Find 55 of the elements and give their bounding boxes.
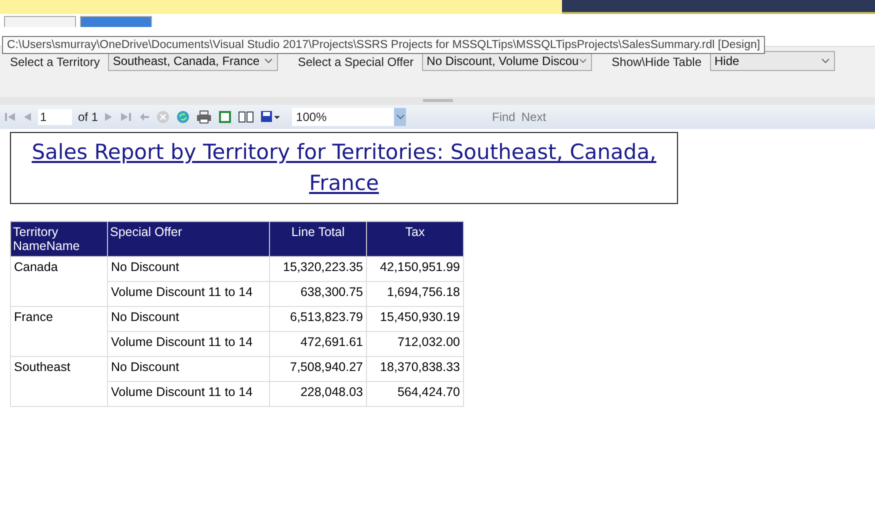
table-cell: 15,320,223.35 <box>270 256 366 282</box>
page-count: of 1 <box>78 110 98 124</box>
table-cell: 6,513,823.79 <box>270 306 366 332</box>
table-cell: No Discount <box>108 356 270 382</box>
column-header: Line Total <box>270 222 366 256</box>
parameter-dropdown[interactable]: Hide <box>710 51 834 71</box>
table-cell: 712,032.00 <box>366 332 464 356</box>
printer-icon[interactable] <box>196 110 212 124</box>
document-tab[interactable] <box>0 0 562 14</box>
stop-icon[interactable] <box>156 110 170 124</box>
table-cell: 638,300.75 <box>270 282 366 306</box>
table-cell: No Discount <box>108 256 270 282</box>
table-cell: Volume Discount 11 to 14 <box>108 332 270 356</box>
chevron-down-icon <box>820 58 830 64</box>
territory-cell: Canada <box>10 256 108 306</box>
previous-page-icon[interactable] <box>22 111 32 123</box>
column-header: Tax <box>366 222 464 256</box>
last-page-icon[interactable] <box>120 111 132 123</box>
table-cell: 228,048.03 <box>270 382 366 406</box>
refresh-icon[interactable] <box>176 110 190 124</box>
chevron-down-icon <box>578 58 587 64</box>
page-layout-icon[interactable] <box>218 110 232 124</box>
find-link[interactable]: Find <box>492 110 516 124</box>
book-icon[interactable] <box>238 110 254 124</box>
view-tab[interactable] <box>4 16 76 27</box>
table-cell: Volume Discount 11 to 14 <box>108 282 270 306</box>
path-tooltip: C:\Users\smurray\OneDrive\Documents\Visual Studio 2017\Projects\SSRS Projects for MSSQLTips\MSSQLTipsProjects\SalesSummary.rdl [Design] <box>2 36 766 54</box>
column-header: Territory NameName <box>10 222 108 256</box>
save-icon[interactable] <box>260 110 280 124</box>
table-cell: Volume Discount 11 to 14 <box>108 382 270 406</box>
next-page-icon[interactable] <box>104 111 114 123</box>
page-number-field[interactable]: 1 <box>38 109 72 125</box>
splitter-handle[interactable] <box>422 99 452 102</box>
back-icon[interactable] <box>138 111 150 123</box>
table-cell: 1,694,756.18 <box>366 282 464 306</box>
table-cell: 15,450,930.19 <box>366 306 464 332</box>
parameter-label: Select a Territory <box>10 54 100 71</box>
report-title-link[interactable]: Sales Report by Territory for Territories: Southeast, Canada, France <box>19 137 669 199</box>
table-cell: 42,150,951.99 <box>366 256 464 282</box>
territory-cell: France <box>10 306 108 356</box>
zoom-dropdown[interactable]: 100% <box>292 108 406 126</box>
first-page-icon[interactable] <box>4 111 16 123</box>
column-header: Special Offer <box>108 222 270 256</box>
table-cell: 472,691.61 <box>270 332 366 356</box>
next-link[interactable]: Next <box>521 110 546 124</box>
territory-cell: Southeast <box>10 356 108 406</box>
parameter-label: Show\Hide Table <box>612 54 702 71</box>
view-tab[interactable] <box>80 16 152 27</box>
table-cell: 564,424.70 <box>366 382 464 406</box>
table-cell: 18,370,838.33 <box>366 356 464 382</box>
table-cell: 7,508,940.27 <box>270 356 366 382</box>
chevron-down-icon <box>396 114 405 120</box>
chevron-down-icon <box>264 58 273 64</box>
table-cell: No Discount <box>108 306 270 332</box>
parameter-label: Select a Special Offer <box>298 54 414 71</box>
